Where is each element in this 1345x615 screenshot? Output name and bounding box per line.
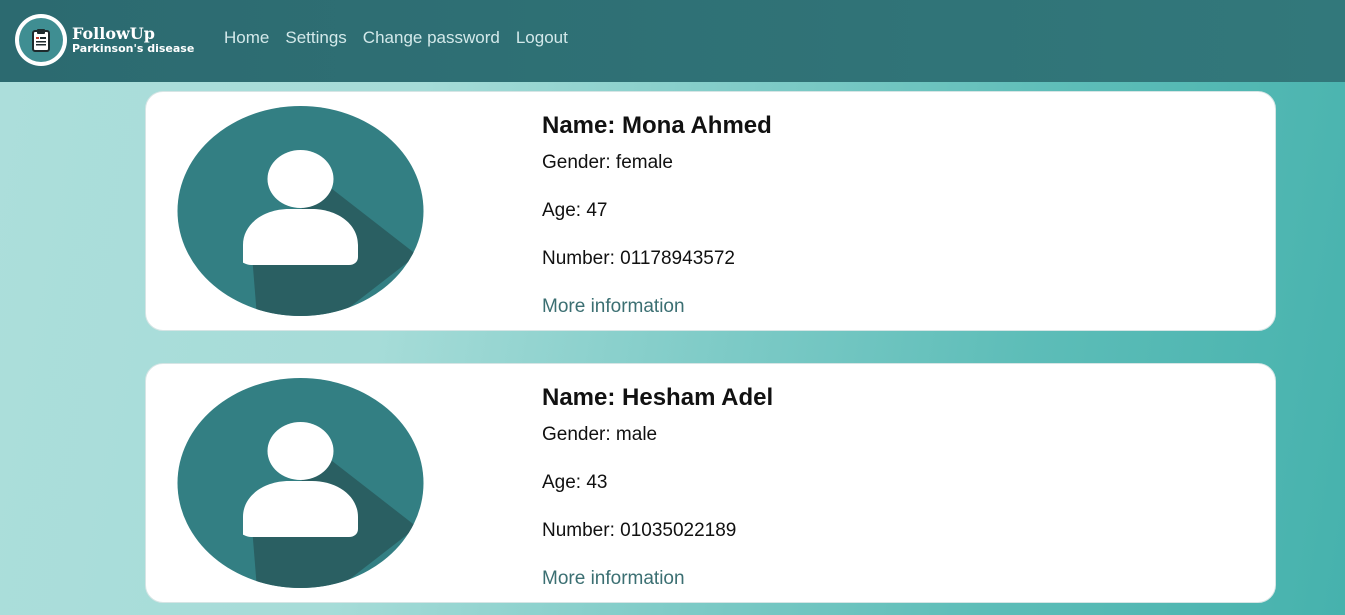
patient-info: Name: Hesham Adel Gender: male Age: 43 N… [542,384,773,590]
clipboard-icon [19,18,63,62]
logo-badge [15,14,67,66]
patient-age: Age: 43 [542,472,608,493]
patient-name: Name: Mona Ahmed [542,112,772,139]
patient-number: Number: 01035022189 [542,520,737,541]
app-logo[interactable]: FollowUp Parkinson's disease [15,14,194,66]
nav-menu: Home Settings Change password Logout [224,28,568,48]
patient-card: Name: Mona Ahmed Gender: female Age: 47 … [145,91,1276,331]
patient-gender: Gender: female [542,152,673,173]
nav-home-link[interactable]: Home [224,28,269,48]
nav-settings-link[interactable]: Settings [285,28,346,48]
patient-name: Name: Hesham Adel [542,384,774,411]
user-avatar-icon [177,105,424,317]
logo-text: FollowUp Parkinson's disease [72,25,194,56]
patient-card: Name: Hesham Adel Gender: male Age: 43 N… [145,363,1276,603]
app-subtitle: Parkinson's disease [72,42,195,56]
nav-logout-link[interactable]: Logout [516,28,568,48]
patient-number: Number: 01178943572 [542,248,735,269]
more-information-link[interactable]: More information [542,296,772,318]
more-information-link[interactable]: More information [542,568,773,590]
patient-age: Age: 47 [542,200,608,221]
top-navbar: FollowUp Parkinson's disease Home Settin… [0,0,1345,82]
patient-info: Name: Mona Ahmed Gender: female Age: 47 … [542,112,772,318]
patient-gender: Gender: male [542,424,658,445]
nav-change-password-link[interactable]: Change password [363,28,500,48]
user-avatar-icon [177,377,424,589]
app-title: FollowUp [72,23,155,43]
